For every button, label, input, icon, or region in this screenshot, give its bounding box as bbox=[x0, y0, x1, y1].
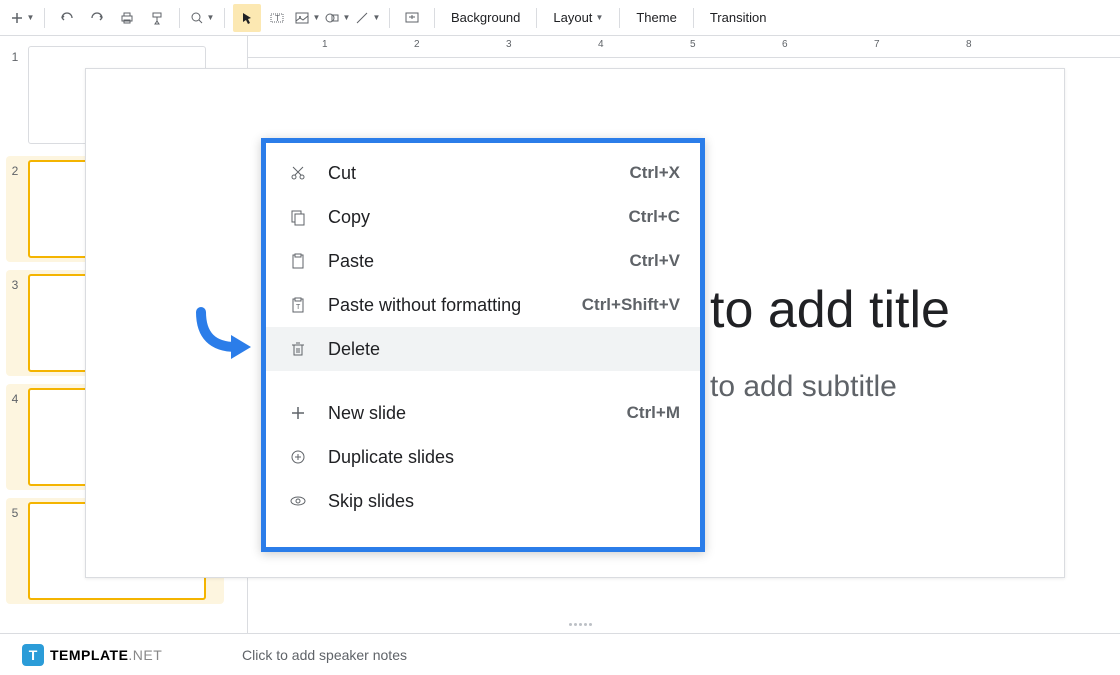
separator bbox=[389, 8, 390, 28]
menu-paste[interactable]: Paste Ctrl+V bbox=[266, 239, 700, 283]
slide-number: 3 bbox=[6, 274, 24, 292]
ruler-tick: 1 bbox=[322, 39, 328, 50]
layout-button[interactable]: Layout▼ bbox=[545, 4, 611, 32]
slide-number: 2 bbox=[6, 160, 24, 178]
menu-shortcut: Ctrl+X bbox=[629, 163, 680, 183]
separator bbox=[434, 8, 435, 28]
select-tool-button[interactable] bbox=[233, 4, 261, 32]
plus-icon bbox=[286, 401, 310, 425]
image-button[interactable]: ▼ bbox=[293, 4, 321, 32]
ruler-tick: 5 bbox=[690, 39, 696, 50]
transition-button[interactable]: Transition bbox=[702, 4, 775, 32]
menu-gap bbox=[266, 371, 700, 391]
brand-text: TEMPLATE.NET bbox=[50, 647, 162, 663]
paste-icon bbox=[286, 249, 310, 273]
slide-number: 5 bbox=[6, 502, 24, 520]
undo-button[interactable] bbox=[53, 4, 81, 32]
ruler-tick: 3 bbox=[506, 39, 512, 50]
line-button[interactable]: ▼ bbox=[353, 4, 381, 32]
menu-shortcut: Ctrl+M bbox=[627, 403, 680, 423]
duplicate-icon bbox=[286, 445, 310, 469]
ruler-tick: 6 bbox=[782, 39, 788, 50]
context-menu: Cut Ctrl+X Copy Ctrl+C Paste Ctrl+V T Pa… bbox=[261, 138, 705, 552]
drag-handle[interactable] bbox=[560, 623, 600, 629]
paste-plain-icon: T bbox=[286, 293, 310, 317]
subtitle-placeholder[interactable]: to add subtitle bbox=[710, 370, 897, 404]
menu-new-slide[interactable]: New slide Ctrl+M bbox=[266, 391, 700, 435]
ruler-tick: 2 bbox=[414, 39, 420, 50]
separator bbox=[179, 8, 180, 28]
menu-label: Paste bbox=[328, 251, 629, 272]
shape-button[interactable]: ▼ bbox=[323, 4, 351, 32]
horizontal-ruler: 1 2 3 4 5 6 7 8 bbox=[248, 36, 1120, 58]
menu-label: Copy bbox=[328, 207, 629, 228]
menu-label: Paste without formatting bbox=[328, 295, 582, 316]
ruler-tick: 8 bbox=[966, 39, 972, 50]
menu-shortcut: Ctrl+V bbox=[629, 251, 680, 271]
zoom-button[interactable]: ▼ bbox=[188, 4, 216, 32]
separator bbox=[536, 8, 537, 28]
menu-paste-without-formatting[interactable]: T Paste without formatting Ctrl+Shift+V bbox=[266, 283, 700, 327]
separator bbox=[619, 8, 620, 28]
svg-text:T: T bbox=[275, 14, 280, 23]
separator bbox=[224, 8, 225, 28]
menu-duplicate-slides[interactable]: Duplicate slides bbox=[266, 435, 700, 479]
delete-icon bbox=[286, 337, 310, 361]
copy-icon bbox=[286, 205, 310, 229]
menu-shortcut: Ctrl+Shift+V bbox=[582, 295, 680, 315]
slide-number: 1 bbox=[6, 46, 24, 64]
background-button[interactable]: Background bbox=[443, 4, 528, 32]
menu-label: Skip slides bbox=[328, 491, 680, 512]
new-slide-button[interactable]: ▼ bbox=[8, 4, 36, 32]
comment-button[interactable] bbox=[398, 4, 426, 32]
slide-number: 4 bbox=[6, 388, 24, 406]
separator bbox=[693, 8, 694, 28]
menu-label: New slide bbox=[328, 403, 627, 424]
brand-icon: T bbox=[22, 644, 44, 666]
menu-label: Delete bbox=[328, 339, 680, 360]
ruler-tick: 4 bbox=[598, 39, 604, 50]
footer: T TEMPLATE.NET Click to add speaker note… bbox=[0, 633, 1120, 675]
theme-button[interactable]: Theme bbox=[628, 4, 684, 32]
print-button[interactable] bbox=[113, 4, 141, 32]
redo-button[interactable] bbox=[83, 4, 111, 32]
svg-text:T: T bbox=[296, 304, 301, 311]
menu-delete[interactable]: Delete bbox=[266, 327, 700, 371]
menu-skip-slides[interactable]: Skip slides bbox=[266, 479, 700, 523]
menu-cut[interactable]: Cut Ctrl+X bbox=[266, 151, 700, 195]
separator bbox=[44, 8, 45, 28]
menu-shortcut: Ctrl+C bbox=[629, 207, 680, 227]
toolbar: ▼ ▼ T ▼ ▼ ▼ Background Layout▼ Theme Tra… bbox=[0, 0, 1120, 36]
title-placeholder[interactable]: to add title bbox=[710, 280, 950, 340]
ruler-tick: 7 bbox=[874, 39, 880, 50]
paint-format-button[interactable] bbox=[143, 4, 171, 32]
skip-icon bbox=[286, 489, 310, 513]
menu-label: Cut bbox=[328, 163, 629, 184]
menu-copy[interactable]: Copy Ctrl+C bbox=[266, 195, 700, 239]
cut-icon bbox=[286, 161, 310, 185]
brand: T TEMPLATE.NET bbox=[0, 644, 230, 666]
textbox-button[interactable]: T bbox=[263, 4, 291, 32]
menu-label: Duplicate slides bbox=[328, 447, 680, 468]
speaker-notes[interactable]: Click to add speaker notes bbox=[230, 647, 1120, 663]
